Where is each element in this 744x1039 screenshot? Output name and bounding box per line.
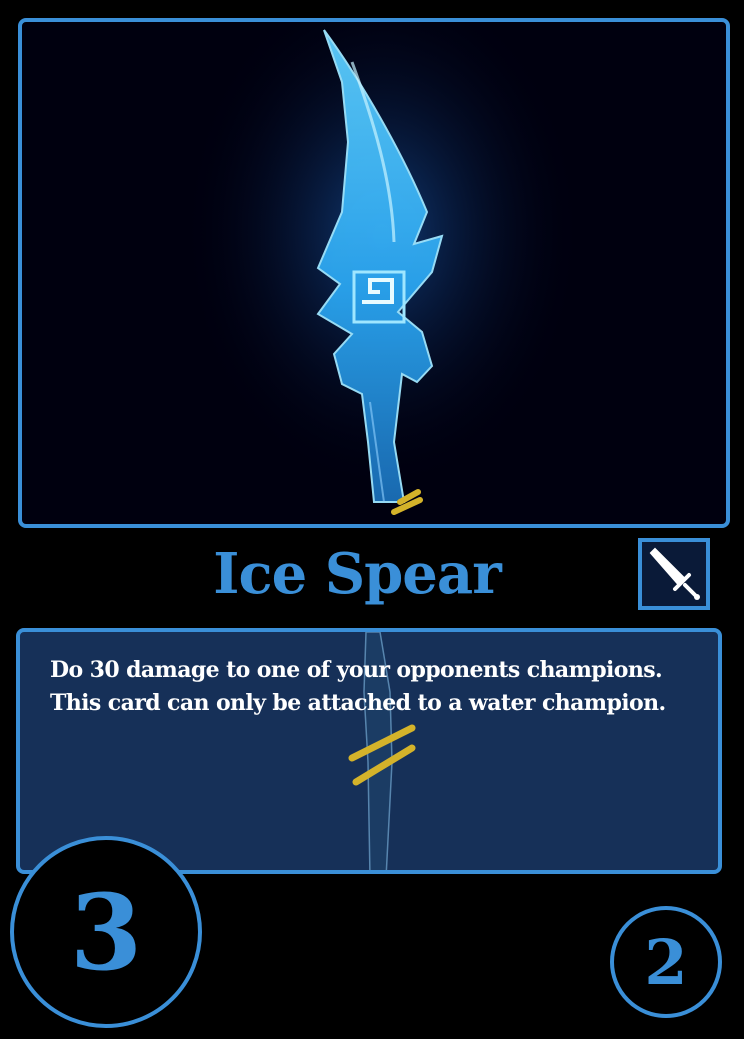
card-title: Ice Spear [213,541,501,607]
card[interactable]: Ice Spear Do 30 damage to one of your op… [0,0,744,1039]
mana-cost-badge: 3 [10,836,202,1028]
ability-line: This card can only be attached to a wate… [50,690,666,716]
mana-cost-value: 3 [69,870,143,994]
power-badge: 2 [610,906,722,1018]
ability-line: Do 30 damage to one of your opponents ch… [50,657,663,683]
ability-text: Do 30 damage to one of your opponents ch… [50,654,710,720]
card-type-badge [638,538,710,610]
ice-spear-illustration [182,22,582,515]
card-art [18,18,730,528]
power-value: 2 [644,925,688,999]
sword-icon [649,547,700,600]
